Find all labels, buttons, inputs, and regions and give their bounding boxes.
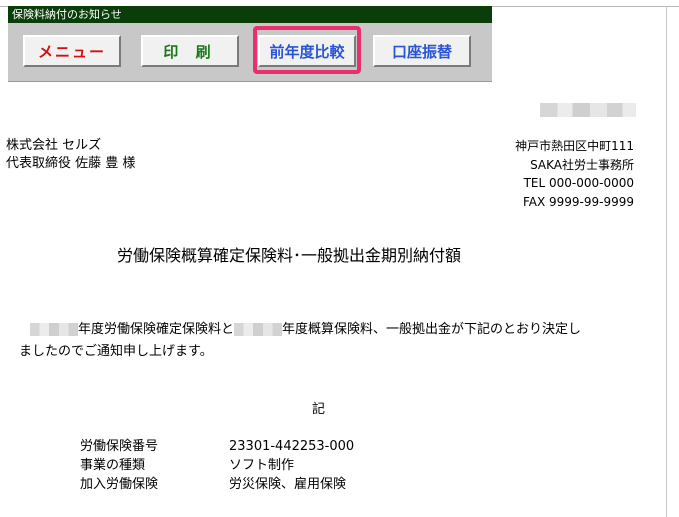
sender-fax: FAX 9999-99-9999	[522, 194, 634, 209]
detail-label: 労働保険番号	[80, 439, 159, 454]
sender-address: 神戸市熱田区中町111	[515, 139, 634, 153]
detail-label: 加入労働保険	[80, 477, 159, 492]
body-text-part1: 年度労働保険確定保険料と	[78, 322, 235, 337]
document-title: 労働保険概算確定保険料･一般拠出金期別納付額	[117, 246, 462, 265]
detail-value: ソフト制作	[229, 458, 295, 473]
sender-tel: TEL 000-000-0000	[523, 176, 634, 190]
detail-value: 23301-442253-000	[229, 439, 355, 454]
body-text-line2: ましたのでご通知申し上げます。	[19, 344, 213, 359]
sender-block: 神戸市熱田区中町111 SAKA社労士事務所 TEL 000-000-0000 …	[515, 137, 634, 211]
body-text-line1: 年度労働保険確定保険料と 年度概算保険料、一般拠出金が下記のとおり決定し	[30, 321, 581, 339]
recipient-company: 株式会社 セルズ	[6, 138, 102, 153]
detail-row-insurance-number: 労働保険番号 23301-442253-000	[80, 438, 354, 456]
ki-heading: 記	[312, 402, 326, 417]
window-title: 保険料納付のお知らせ	[8, 6, 492, 23]
menu-button[interactable]: メニュー	[23, 35, 121, 67]
detail-value: 労災保険、雇用保険	[229, 477, 347, 492]
detail-row-enrolled-insurance: 加入労働保険 労災保険、雇用保険	[80, 476, 346, 494]
sender-office: SAKA社労士事務所	[530, 157, 634, 172]
print-button[interactable]: 印 刷	[141, 35, 239, 67]
recipient-representative: 代表取締役 佐藤 豊 様	[6, 156, 136, 171]
body-text-part2: 年度概算保険料、一般拠出金が下記のとおり決定し	[282, 322, 582, 337]
toolbar: メニュー 印 刷 前年度比較 口座振替	[8, 23, 492, 82]
detail-label: 事業の種類	[80, 458, 146, 473]
previous-year-compare-button[interactable]: 前年度比較	[258, 35, 356, 67]
redacted-year	[234, 323, 283, 336]
right-border	[666, 6, 667, 517]
redacted-date	[540, 103, 636, 117]
detail-row-business-type: 事業の種類 ソフト制作	[80, 457, 294, 475]
account-transfer-button[interactable]: 口座振替	[373, 35, 471, 67]
redacted-year	[30, 323, 78, 336]
